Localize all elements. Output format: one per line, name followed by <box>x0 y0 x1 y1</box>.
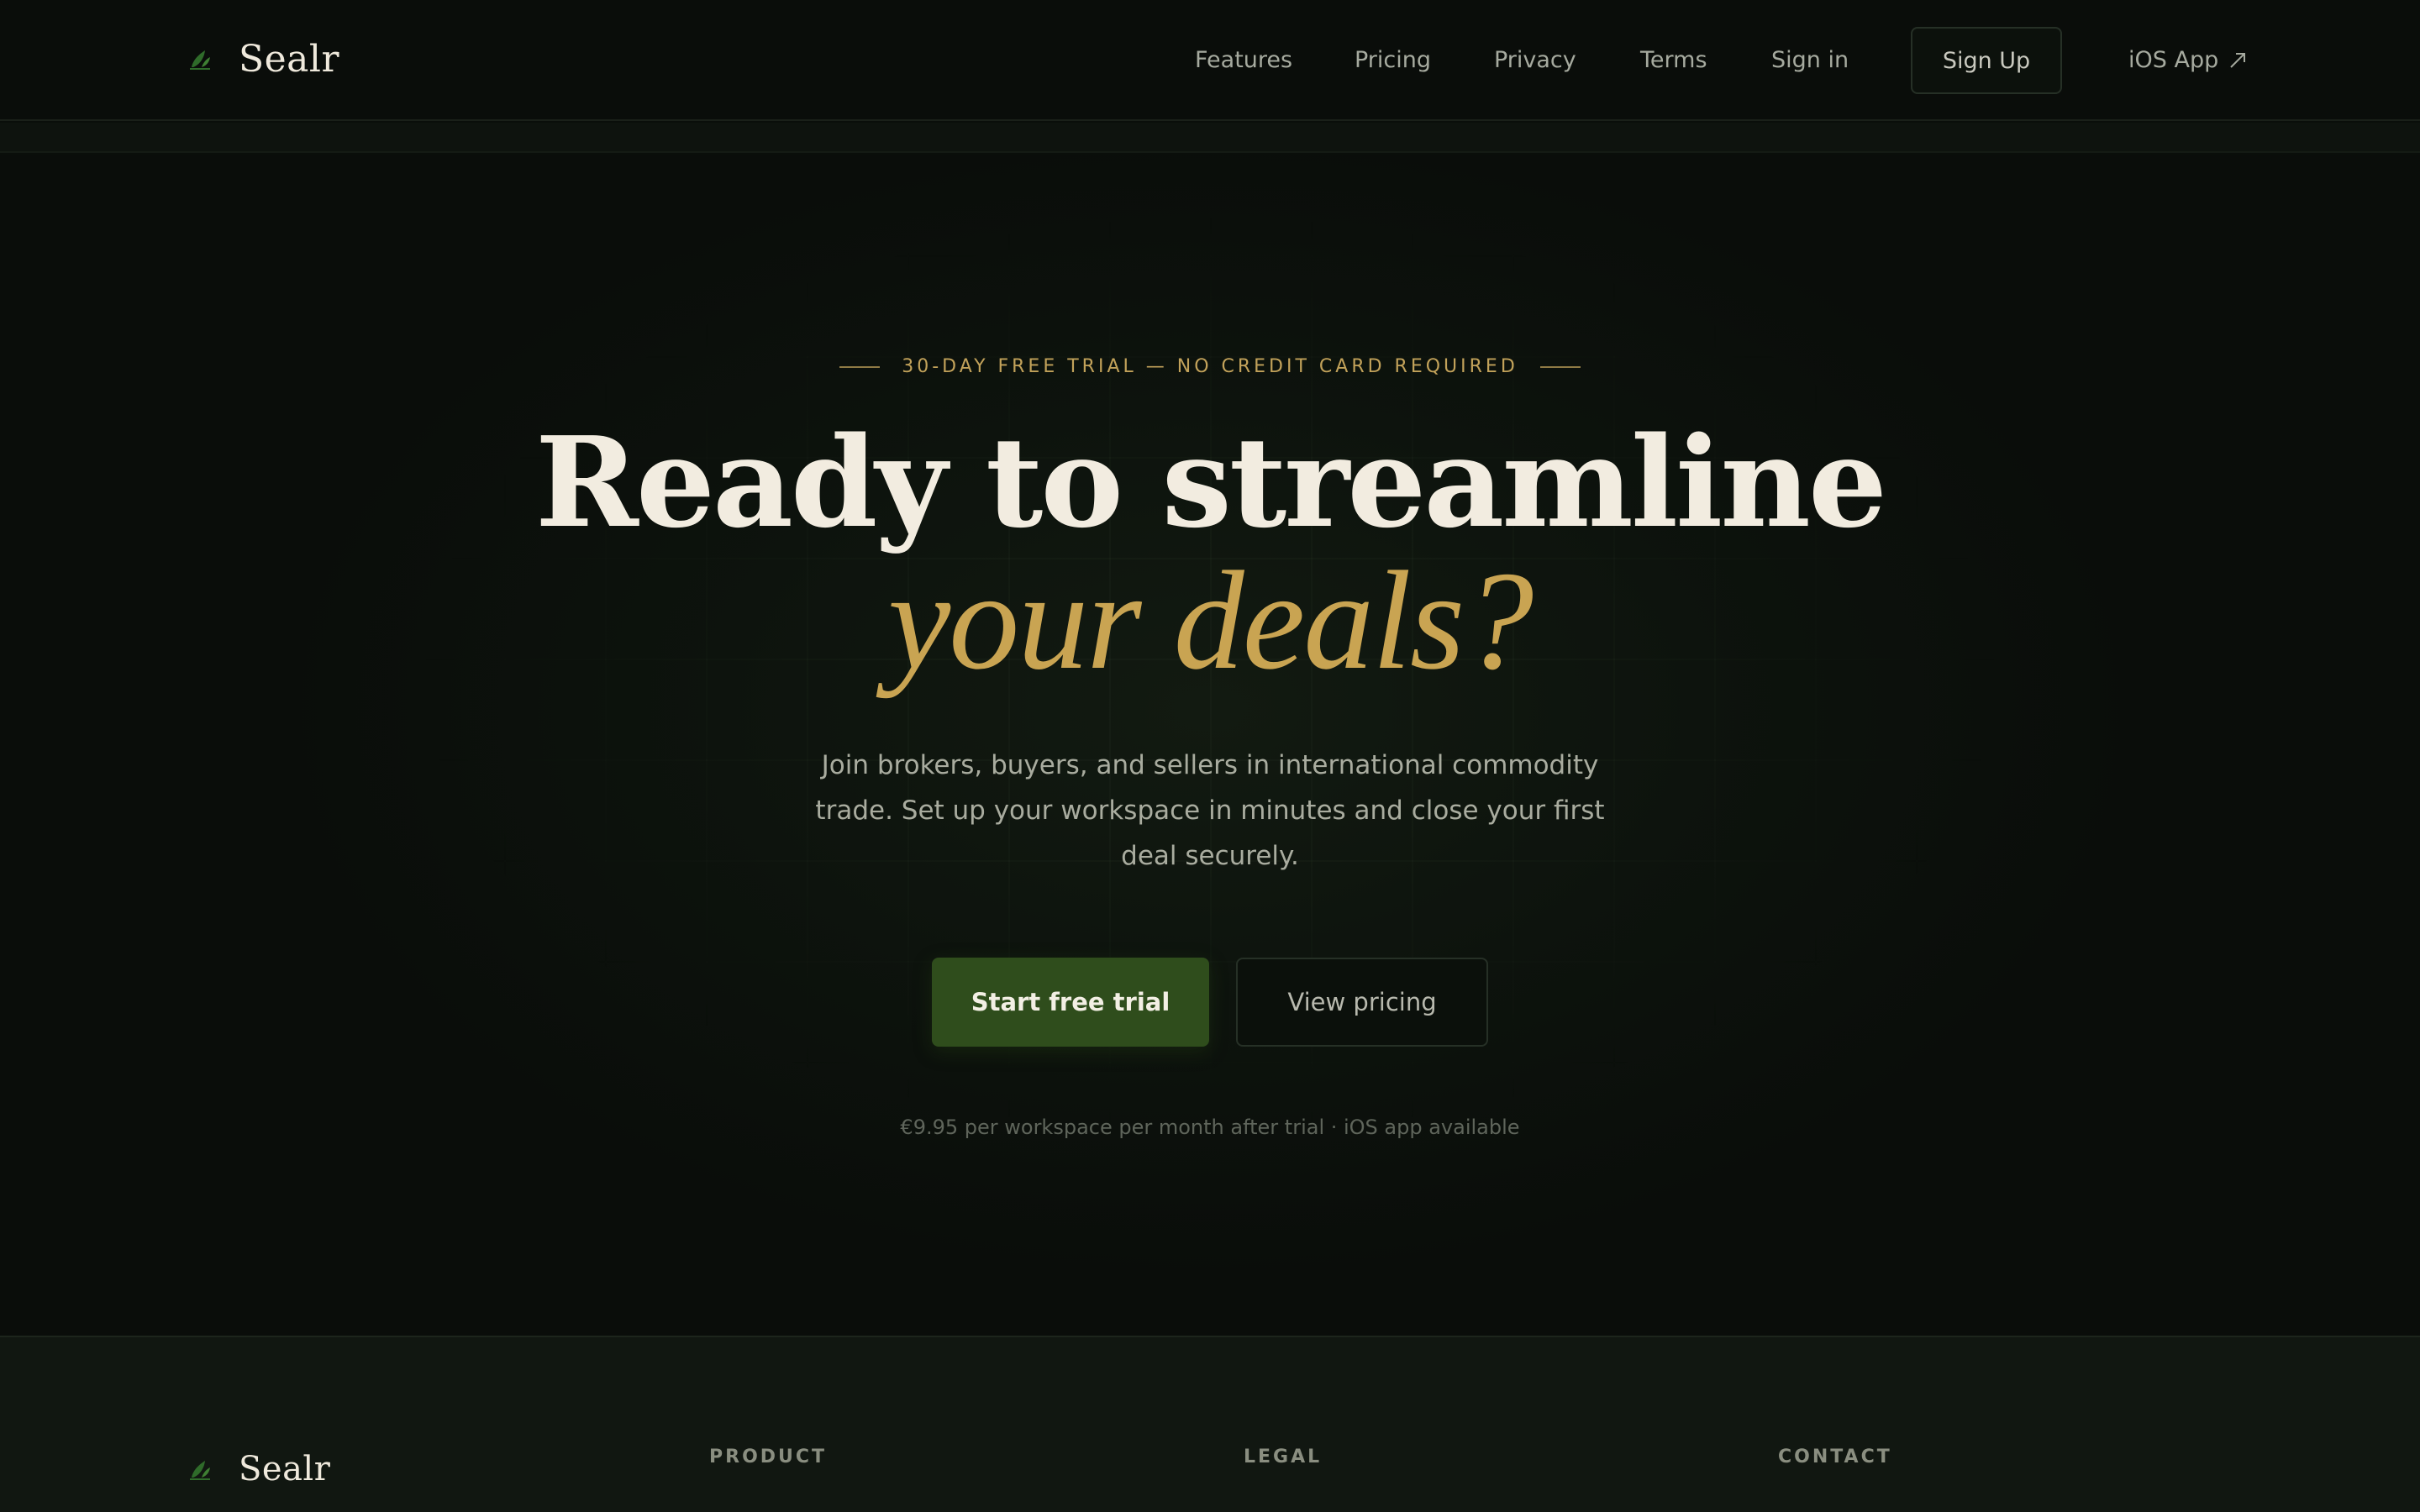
arrow-up-right-icon <box>2230 53 2246 68</box>
footer-brand-name: Sealr <box>239 1450 331 1488</box>
pricing-fineprint: €9.95 per workspace per month after tria… <box>900 1116 1520 1139</box>
footer-heading-contact: CONTACT <box>1778 1446 1892 1467</box>
ios-app-label: iOS App <box>2128 47 2219 73</box>
footer-heading-product: PRODUCT <box>709 1446 828 1467</box>
nav-link-pricing[interactable]: Pricing <box>1355 25 1431 96</box>
nav-link-ios-app[interactable]: iOS App <box>2128 25 2249 96</box>
hero-eyebrow: 30-DAY FREE TRIAL — NO CREDIT CARD REQUI… <box>0 356 2420 377</box>
nav-links: Features Pricing Privacy Terms Sign in S… <box>1076 25 2420 96</box>
nav-link-terms[interactable]: Terms <box>1640 25 1707 96</box>
nav-divider-strip <box>0 123 2420 153</box>
nav-link-privacy[interactable]: Privacy <box>1494 25 1576 96</box>
eyebrow-rule-left <box>839 365 881 368</box>
leaf-logo-icon <box>190 1461 210 1480</box>
top-nav: Sealr Features Pricing Privacy Terms Sig… <box>0 0 2420 121</box>
footer-heading-legal: LEGAL <box>1244 1446 1323 1467</box>
brand-name: Sealr <box>239 37 340 81</box>
hero-section: 30-DAY FREE TRIAL — NO CREDIT CARD REQUI… <box>0 155 2420 1336</box>
leaf-logo-icon <box>190 50 210 70</box>
signup-button[interactable]: Sign Up <box>1911 27 2062 94</box>
start-free-trial-button[interactable]: Start free trial <box>932 958 1209 1047</box>
hero-headline: Ready to streamline <box>534 409 1887 555</box>
eyebrow-text: 30-DAY FREE TRIAL — NO CREDIT CARD REQUI… <box>902 356 1518 377</box>
eyebrow-rule-right <box>1539 365 1581 368</box>
brand-logo[interactable]: Sealr <box>187 34 339 84</box>
nav-link-signin[interactable]: Sign in <box>1771 25 1849 96</box>
nav-link-features[interactable]: Features <box>1195 25 1292 96</box>
hero-headline-accent: your deals? <box>887 543 1534 699</box>
footer-brand[interactable]: Sealr <box>187 1450 330 1488</box>
site-footer: Sealr PRODUCT LEGAL CONTACT <box>0 1336 2420 1512</box>
hero-subtext: Join brokers, buyers, and sellers in int… <box>815 750 1605 871</box>
hero-cta-row: Start free trial View pricing <box>0 958 2420 1047</box>
view-pricing-button[interactable]: View pricing <box>1236 958 1488 1047</box>
